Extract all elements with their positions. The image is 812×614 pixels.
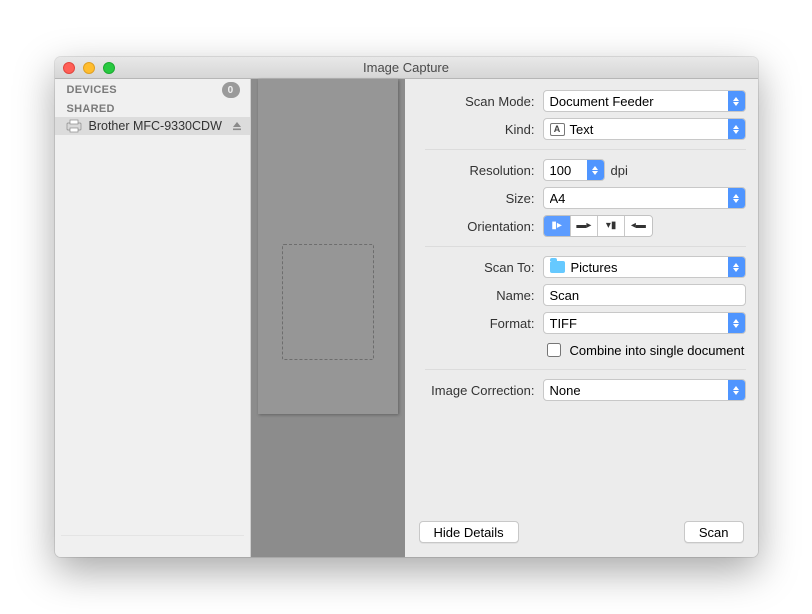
size-label: Size: bbox=[405, 191, 535, 206]
orientation-landscape-left[interactable]: ▬▸ bbox=[571, 216, 598, 236]
row-combine: Combine into single document bbox=[405, 337, 746, 363]
kind-value-wrap: A Text bbox=[543, 118, 746, 140]
preview-pane bbox=[251, 79, 405, 557]
footer: Hide Details Scan bbox=[405, 509, 758, 557]
kind-value: Text bbox=[570, 122, 594, 137]
kind-select[interactable]: A Text bbox=[543, 118, 746, 140]
settings-pane: Scan Mode: Kind: A Tex bbox=[405, 79, 758, 557]
stepper-arrows-icon bbox=[728, 380, 745, 400]
titlebar: Image Capture bbox=[55, 57, 758, 79]
sidebar-shared-label: SHARED bbox=[67, 103, 115, 115]
format-select[interactable] bbox=[543, 312, 746, 334]
name-label: Name: bbox=[405, 288, 535, 303]
scan-button[interactable]: Scan bbox=[684, 521, 744, 543]
scan-to-value: Pictures bbox=[571, 260, 618, 275]
format-value[interactable] bbox=[543, 312, 746, 334]
sidebar: DEVICES 0 SHARED Brother MFC-9330CDW bbox=[55, 79, 251, 557]
image-correction-label: Image Correction: bbox=[405, 383, 535, 398]
resolution-unit: dpi bbox=[611, 163, 628, 178]
minimize-icon[interactable] bbox=[83, 62, 95, 74]
format-label: Format: bbox=[405, 316, 535, 331]
landscape-left-icon: ▬▸ bbox=[576, 221, 591, 231]
crop-selection[interactable] bbox=[282, 244, 374, 360]
stepper-arrows-icon bbox=[728, 257, 745, 277]
size-value[interactable] bbox=[543, 187, 746, 209]
orientation-portrait[interactable]: ▮▸ bbox=[544, 216, 571, 236]
name-input[interactable] bbox=[543, 284, 746, 306]
scan-to-label: Scan To: bbox=[405, 260, 535, 275]
combine-checkbox[interactable]: Combine into single document bbox=[543, 340, 745, 360]
preview-page[interactable] bbox=[258, 79, 398, 414]
window-title: Image Capture bbox=[55, 60, 758, 75]
orientation-landscape-right[interactable]: ◂▬ bbox=[625, 216, 651, 236]
orientation-segmented[interactable]: ▮▸ ▬▸ ▾▮ ◂▬ bbox=[543, 215, 653, 237]
row-scan-to: Scan To: Pictures bbox=[405, 253, 746, 281]
sidebar-devices-header: DEVICES 0 bbox=[55, 79, 250, 100]
row-kind: Kind: A Text bbox=[405, 115, 746, 143]
row-format: Format: bbox=[405, 309, 746, 337]
sidebar-device-label: Brother MFC-9330CDW bbox=[89, 119, 224, 133]
sidebar-devices-label: DEVICES bbox=[67, 84, 117, 96]
landscape-right-icon: ◂▬ bbox=[631, 221, 646, 231]
zoom-icon[interactable] bbox=[103, 62, 115, 74]
devices-count-badge: 0 bbox=[222, 82, 240, 98]
row-scan-mode: Scan Mode: bbox=[405, 87, 746, 115]
orientation-label: Orientation: bbox=[405, 219, 535, 234]
stepper-arrows-icon bbox=[728, 91, 745, 111]
divider bbox=[425, 149, 746, 150]
stepper-arrows-icon bbox=[728, 119, 745, 139]
scan-mode-select[interactable] bbox=[543, 90, 746, 112]
traffic-lights bbox=[63, 62, 115, 74]
divider bbox=[425, 369, 746, 370]
stepper-arrows-icon bbox=[728, 188, 745, 208]
image-correction-select[interactable] bbox=[543, 379, 746, 401]
kind-label: Kind: bbox=[405, 122, 535, 137]
sidebar-spacer bbox=[55, 135, 250, 535]
settings-form: Scan Mode: Kind: A Tex bbox=[405, 79, 758, 509]
combine-checkbox-input[interactable] bbox=[547, 343, 561, 357]
close-icon[interactable] bbox=[63, 62, 75, 74]
image-correction-value[interactable] bbox=[543, 379, 746, 401]
scan-mode-value[interactable] bbox=[543, 90, 746, 112]
sidebar-device-item[interactable]: Brother MFC-9330CDW bbox=[55, 117, 250, 135]
divider bbox=[425, 246, 746, 247]
folder-icon bbox=[550, 261, 565, 273]
size-select[interactable] bbox=[543, 187, 746, 209]
row-resolution: Resolution: dpi bbox=[405, 156, 746, 184]
row-orientation: Orientation: ▮▸ ▬▸ ▾▮ ◂▬ bbox=[405, 212, 746, 240]
hide-details-button[interactable]: Hide Details bbox=[419, 521, 519, 543]
combine-label: Combine into single document bbox=[570, 343, 745, 358]
scan-to-value-wrap: Pictures bbox=[543, 256, 746, 278]
resolution-label: Resolution: bbox=[405, 163, 535, 178]
window-body: DEVICES 0 SHARED Brother MFC-9330CDW bbox=[55, 79, 758, 557]
text-kind-icon: A bbox=[550, 123, 565, 136]
printer-icon bbox=[65, 119, 83, 133]
scan-to-select[interactable]: Pictures bbox=[543, 256, 746, 278]
scan-mode-label: Scan Mode: bbox=[405, 94, 535, 109]
row-image-correction: Image Correction: bbox=[405, 376, 746, 404]
sidebar-shared-header: SHARED bbox=[55, 100, 250, 117]
row-size: Size: bbox=[405, 184, 746, 212]
eject-icon[interactable] bbox=[230, 119, 244, 133]
portrait-down-icon: ▾▮ bbox=[606, 221, 617, 231]
stepper-arrows-icon bbox=[587, 160, 604, 180]
orientation-portrait-down[interactable]: ▾▮ bbox=[598, 216, 625, 236]
window: Image Capture DEVICES 0 SHARED Brother M… bbox=[55, 57, 758, 557]
row-name: Name: bbox=[405, 281, 746, 309]
resolution-select[interactable] bbox=[543, 159, 605, 181]
stepper-arrows-icon bbox=[728, 313, 745, 333]
portrait-up-icon: ▮▸ bbox=[551, 221, 562, 231]
sidebar-footer bbox=[61, 535, 244, 557]
